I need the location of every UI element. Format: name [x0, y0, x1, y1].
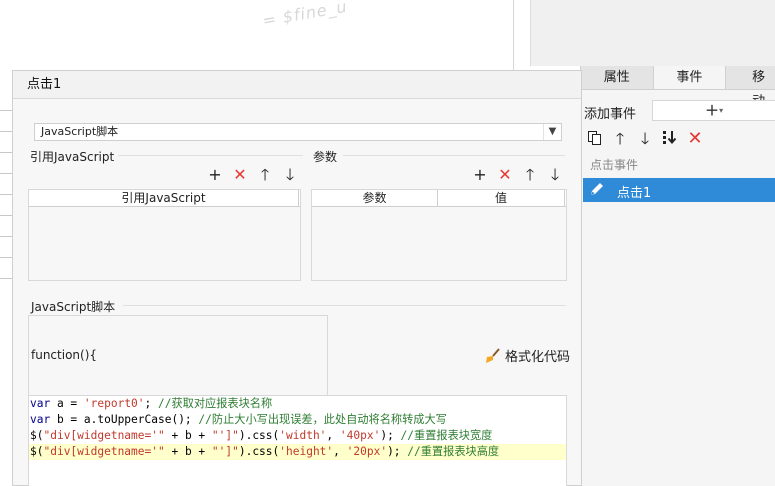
add-event-button[interactable]: +▾ [652, 100, 775, 121]
pencil-icon [591, 183, 603, 195]
code-token: var [30, 413, 51, 426]
arrow-up-icon[interactable]: 🡑 [522, 167, 538, 183]
code-token: , [326, 429, 340, 442]
caret-down-icon: ▾ [719, 106, 724, 115]
column-ref-js: 引用JavaScript [29, 190, 299, 206]
code-token: '20px' [346, 445, 388, 458]
background-canvas [0, 0, 515, 70]
code-token: "']" [211, 445, 239, 458]
add-event-label: 添加事件 [584, 107, 637, 122]
arrow-down-icon[interactable]: 🡓 [282, 167, 298, 183]
arrow-down-icon[interactable]: 🡓 [547, 167, 563, 183]
broom-icon [486, 347, 500, 363]
code-token: ).css( [238, 429, 280, 442]
function-header: function(){ [31, 348, 98, 362]
tab-events[interactable]: 事件 [653, 66, 727, 89]
event-type-select[interactable]: JavaScript脚本 ▼ [34, 123, 562, 141]
code-token: //防止大小写出现误差，此处自动将名称转成大写 [198, 413, 447, 426]
tab-properties[interactable]: 属性 [581, 66, 654, 89]
code-token: //重置报表块宽度 [400, 429, 493, 442]
code-token: ); [387, 445, 408, 458]
delete-icon[interactable]: ✕ [687, 130, 703, 148]
code-token: 'report0' [83, 397, 145, 410]
params-toolbar: + ✕ 🡑 🡓 [472, 167, 563, 183]
ref-js-section-label: 引用JavaScript [30, 148, 119, 165]
code-token: 'height' [279, 445, 334, 458]
event-toolbar: 🡑 🡓 ✕ [587, 130, 703, 150]
script-section-label: JavaScript脚本 [31, 298, 120, 315]
code-token: "div[widgetname='" [43, 429, 165, 442]
code-token: ).css( [238, 445, 280, 458]
delete-icon[interactable]: ✕ [497, 167, 513, 183]
params-table: 参数 值 [311, 189, 567, 281]
delete-icon[interactable]: ✕ [232, 167, 248, 183]
background-grid [0, 90, 12, 486]
move-bottom-icon[interactable] [662, 130, 678, 148]
divider-line [343, 155, 565, 156]
code-token: //重置报表块高度 [407, 445, 500, 458]
add-icon[interactable]: + [207, 167, 223, 183]
code-token: $( [30, 445, 44, 458]
table-header: 引用JavaScript [29, 190, 300, 207]
ref-js-toolbar: + ✕ 🡑 🡓 [207, 167, 298, 183]
code-line[interactable]: var a = 'report0'; //获取对应报表块名称 [29, 396, 566, 412]
code-token: b = a.toUpperCase(); [50, 413, 199, 426]
code-token: + b + [164, 445, 212, 458]
divider-line [123, 305, 566, 306]
event-dialog: 点击1 JavaScript脚本 ▼ 引用JavaScript + ✕ 🡑 🡓 … [12, 70, 582, 486]
code-token: ; [144, 397, 159, 410]
event-type-value: JavaScript脚本 [41, 125, 119, 138]
format-code-label: 格式化代码 [505, 350, 571, 365]
arrow-up-icon[interactable]: 🡑 [612, 130, 628, 148]
code-token: var [30, 397, 51, 410]
divider-line [113, 155, 303, 156]
code-line[interactable]: var b = a.toUpperCase(); //防止大小写出现误差，此处自… [29, 412, 566, 428]
ref-js-table: 引用JavaScript [28, 189, 301, 281]
background-divider [513, 0, 514, 70]
code-token: $( [30, 429, 44, 442]
code-token: //获取对应报表块名称 [158, 397, 273, 410]
code-token: "']" [211, 429, 239, 442]
event-label: 点击1 [617, 186, 652, 201]
arrow-up-icon[interactable]: 🡑 [257, 167, 273, 183]
column-value: 值 [438, 190, 565, 206]
event-list-item[interactable]: 点击1 [583, 178, 775, 202]
event-panel: 属性 事件 移动 添加事件 +▾ 🡑 🡓 ✕ 点击事件 点击1 [580, 66, 775, 486]
background-side-strip [530, 0, 775, 66]
params-section-label: 参数 [313, 148, 342, 165]
code-token: '40px' [339, 429, 381, 442]
code-token: ); [380, 429, 401, 442]
plus-icon: + [704, 100, 720, 121]
add-icon[interactable]: + [472, 167, 488, 183]
table-header: 参数 值 [312, 190, 566, 207]
code-token: , [333, 445, 347, 458]
chevron-down-icon[interactable]: ▼ [543, 124, 561, 140]
arrow-down-icon[interactable]: 🡓 [637, 130, 653, 148]
code-token: 'width' [279, 429, 327, 442]
panel-tabs: 属性 事件 移动 [581, 66, 775, 109]
section-click-event: 点击事件 [590, 158, 639, 172]
code-line[interactable]: $("div[widgetname='" + b + "']").css('he… [29, 444, 566, 460]
tab-mobile[interactable]: 移动 [726, 66, 775, 109]
copy-icon[interactable] [587, 130, 603, 148]
add-event-row: 添加事件 +▾ [581, 100, 775, 122]
column-param: 参数 [312, 190, 438, 206]
code-token: "div[widgetname='" [43, 445, 165, 458]
format-code-button[interactable]: 格式化代码 [485, 346, 570, 365]
code-token: + b + [164, 429, 212, 442]
code-editor[interactable]: var a = 'report0'; //获取对应报表块名称 var b = a.… [28, 395, 567, 486]
code-line[interactable]: $("div[widgetname='" + b + "']").css('wi… [29, 428, 566, 444]
dialog-title: 点击1 [13, 71, 581, 99]
code-token: a = [50, 397, 84, 410]
